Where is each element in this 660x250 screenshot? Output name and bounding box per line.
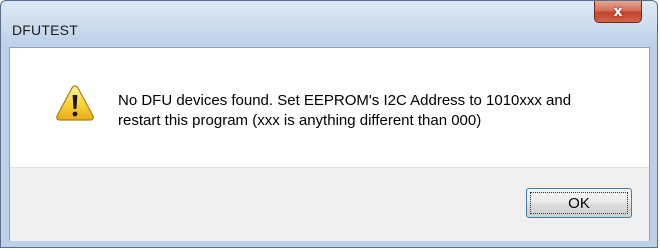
close-button[interactable]: x (594, 1, 642, 23)
ok-button[interactable]: OK (526, 188, 632, 218)
message-area: No DFU devices found. Set EEPROM's I2C A… (10, 48, 649, 167)
button-bar: OK (10, 167, 649, 241)
ok-button-label: OK (568, 194, 590, 212)
message-line-2: restart this program (xxx is anything di… (118, 112, 482, 129)
close-icon: x (613, 3, 623, 20)
message-text: No DFU devices found. Set EEPROM's I2C A… (118, 91, 638, 131)
message-dialog: DFUTEST x No DFU devices found. Set EEPR… (0, 0, 658, 248)
warning-icon (56, 85, 94, 121)
dialog-client-area: No DFU devices found. Set EEPROM's I2C A… (9, 47, 650, 241)
message-line-1: No DFU devices found. Set EEPROM's I2C A… (118, 92, 572, 109)
title-bar[interactable]: DFUTEST x (1, 1, 657, 47)
window-title: DFUTEST (12, 22, 78, 38)
